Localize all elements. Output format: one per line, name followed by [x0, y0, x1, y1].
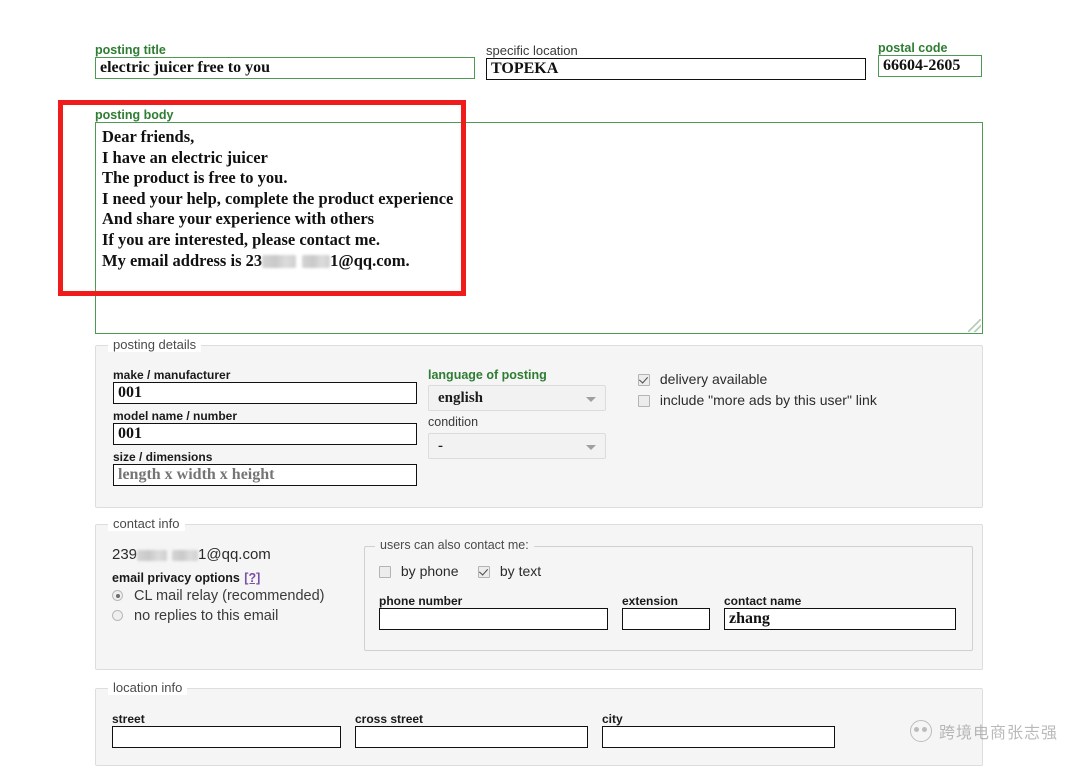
- contact-info-section: contact info 2391@qq.com email privacy o…: [95, 524, 983, 670]
- posting-body-field: posting body Dear friends,I have an elec…: [95, 108, 983, 334]
- cl-mail-relay-row[interactable]: CL mail relay (recommended): [112, 587, 324, 606]
- postal-code-field: postal code: [878, 41, 982, 77]
- users-contact-section: users can also contact me: by phone by t…: [364, 546, 973, 651]
- contact-info-legend: contact info: [108, 516, 185, 531]
- location-info-section: location info street cross street city: [95, 688, 983, 766]
- posting-title-label: posting title: [95, 43, 475, 57]
- make-label: make / manufacturer: [113, 368, 417, 382]
- cross-street-label: cross street: [355, 712, 588, 726]
- street-field: street: [112, 712, 341, 748]
- posting-body-textarea[interactable]: Dear friends,I have an electric juicerTh…: [95, 122, 983, 334]
- posting-body-line: And share your experience with others: [102, 209, 976, 230]
- by-phone-checkbox[interactable]: [379, 566, 391, 578]
- email-redaction-1: [262, 255, 296, 268]
- more-ads-link-checkbox[interactable]: [638, 395, 650, 407]
- cross-street-input[interactable]: [355, 726, 588, 748]
- specific-location-label: specific location: [486, 43, 866, 58]
- cross-street-field: cross street: [355, 712, 588, 748]
- delivery-available-checkbox[interactable]: [638, 374, 650, 386]
- postal-code-label: postal code: [878, 41, 982, 55]
- make-input[interactable]: [113, 382, 417, 404]
- model-input[interactable]: [113, 423, 417, 445]
- street-input[interactable]: [112, 726, 341, 748]
- by-text-row[interactable]: by text: [478, 562, 541, 581]
- language-field: language of posting english: [428, 368, 606, 411]
- cl-mail-relay-radio[interactable]: [112, 590, 123, 601]
- language-label: language of posting: [428, 368, 606, 382]
- help-link-icon[interactable]: [?]: [244, 571, 260, 585]
- contact-name-input[interactable]: [724, 608, 956, 630]
- size-label: size / dimensions: [113, 450, 417, 464]
- model-label: model name / number: [113, 409, 417, 423]
- city-field: city: [602, 712, 835, 748]
- model-field: model name / number: [113, 409, 417, 445]
- phone-number-input[interactable]: [379, 608, 608, 630]
- users-contact-legend: users can also contact me:: [375, 538, 534, 553]
- contact-name-label: contact name: [724, 594, 956, 608]
- email-privacy-options: email privacy options [?]: [112, 569, 260, 587]
- posting-body-line: The product is free to you.: [102, 168, 976, 189]
- extension-field: extension: [622, 594, 710, 630]
- street-label: street: [112, 712, 341, 726]
- specific-location-input[interactable]: [486, 58, 866, 80]
- phone-number-field: phone number: [379, 594, 608, 630]
- condition-field: condition -: [428, 415, 606, 459]
- extension-label: extension: [622, 594, 710, 608]
- posting-body-line: I have an electric juicer: [102, 148, 976, 169]
- contact-email-prefix: 239: [112, 546, 137, 563]
- textarea-resize-handle[interactable]: [968, 319, 981, 332]
- email-redaction-2: [302, 255, 330, 268]
- by-text-checkbox[interactable]: [478, 566, 490, 578]
- email-redaction-1: [137, 550, 167, 561]
- location-info-legend: location info: [108, 680, 187, 695]
- by-text-label: by text: [500, 563, 541, 579]
- more-ads-checkbox-row[interactable]: include "more ads by this user" link: [638, 391, 877, 410]
- craigslist-posting-form: posting title specific location postal c…: [0, 0, 1080, 771]
- no-replies-label: no replies to this email: [134, 608, 278, 624]
- by-phone-label: by phone: [401, 563, 459, 579]
- size-field: size / dimensions: [113, 450, 417, 486]
- posting-body-text: Dear friends,I have an electric juicerTh…: [102, 127, 976, 271]
- posting-body-line: My email address is 231@qq.com.: [102, 251, 976, 272]
- size-input[interactable]: [113, 464, 417, 486]
- posting-body-line: If you are interested, please contact me…: [102, 230, 976, 251]
- posting-title-input[interactable]: [95, 57, 475, 79]
- posting-details-section: posting details make / manufacturer mode…: [95, 345, 983, 508]
- city-input[interactable]: [602, 726, 835, 748]
- posting-details-legend: posting details: [108, 337, 201, 352]
- language-select[interactable]: english: [428, 385, 606, 411]
- contact-email-display: 239 1@qq.com: [112, 546, 271, 564]
- condition-select-value: -: [438, 438, 443, 454]
- phone-number-label: phone number: [379, 594, 608, 608]
- chevron-down-icon: [586, 397, 596, 402]
- specific-location-field: specific location: [486, 43, 866, 80]
- make-field: make / manufacturer: [113, 368, 417, 404]
- by-phone-row[interactable]: by phone: [379, 562, 459, 581]
- chevron-down-icon: [586, 445, 596, 450]
- no-replies-radio[interactable]: [112, 610, 123, 621]
- posting-body-label: posting body: [95, 108, 983, 122]
- delivery-available-label: delivery available: [660, 371, 767, 387]
- condition-label: condition: [428, 415, 606, 430]
- no-replies-row[interactable]: no replies to this email: [112, 607, 278, 626]
- language-select-value: english: [438, 390, 483, 406]
- posting-title-field: posting title: [95, 43, 475, 79]
- posting-body-line: I need your help, complete the product e…: [102, 189, 976, 210]
- city-label: city: [602, 712, 835, 726]
- delivery-checkbox-row[interactable]: delivery available: [638, 370, 767, 389]
- postal-code-input[interactable]: [878, 55, 982, 77]
- cl-mail-relay-label: CL mail relay (recommended): [134, 588, 324, 604]
- email-redaction-2: [172, 550, 198, 561]
- posting-body-line: Dear friends,: [102, 127, 976, 148]
- more-ads-link-label: include "more ads by this user" link: [660, 392, 877, 408]
- extension-input[interactable]: [622, 608, 710, 630]
- contact-name-field: contact name: [724, 594, 956, 630]
- contact-email-suffix: 1@qq.com: [198, 546, 271, 563]
- condition-select[interactable]: -: [428, 433, 606, 459]
- email-privacy-label: email privacy options: [112, 571, 240, 585]
